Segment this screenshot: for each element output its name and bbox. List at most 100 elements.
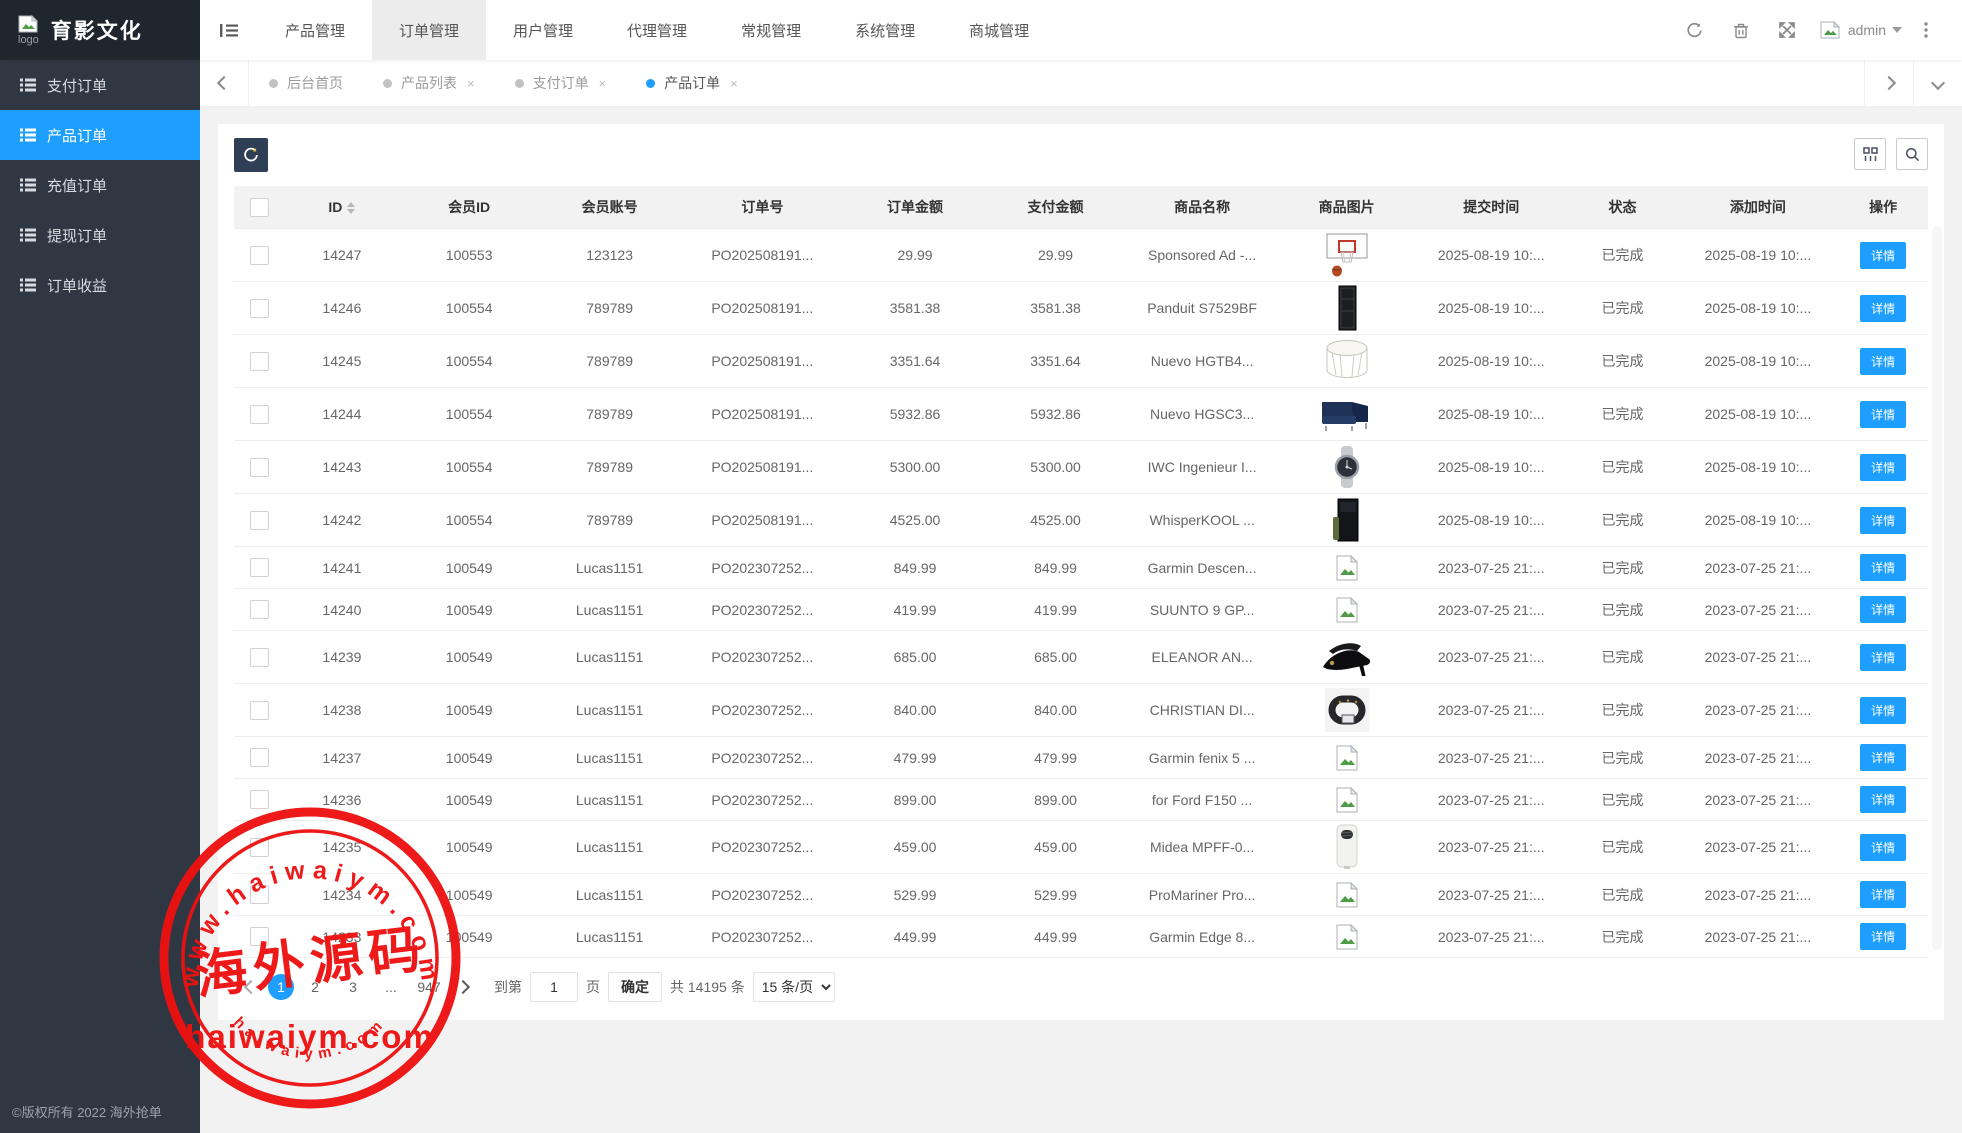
row-checkbox[interactable] bbox=[250, 838, 269, 857]
table-row: 14246100554789789PO202508191...3581.3835… bbox=[234, 282, 1928, 335]
fullscreen-icon[interactable] bbox=[1764, 22, 1810, 38]
trash-icon[interactable] bbox=[1718, 22, 1764, 39]
page-size-select[interactable]: 15 条/页 bbox=[753, 972, 835, 1002]
cell-action: 详情 bbox=[1838, 494, 1928, 547]
cell-checkbox bbox=[234, 547, 285, 589]
user-menu[interactable]: admin bbox=[1820, 21, 1902, 39]
goto-page-input[interactable] bbox=[530, 972, 578, 1002]
detail-button[interactable]: 详情 bbox=[1860, 744, 1906, 771]
cell-member-id: 100549 bbox=[399, 631, 539, 684]
detail-button[interactable]: 详情 bbox=[1860, 507, 1906, 534]
row-checkbox[interactable] bbox=[250, 600, 269, 619]
table-row: 14242100554789789PO202508191...4525.0045… bbox=[234, 494, 1928, 547]
row-checkbox[interactable] bbox=[250, 246, 269, 265]
row-checkbox[interactable] bbox=[250, 511, 269, 530]
tab-close-icon[interactable]: × bbox=[467, 76, 475, 91]
cell-status: 已完成 bbox=[1568, 229, 1678, 282]
cell-id: 14242 bbox=[285, 494, 399, 547]
row-checkbox[interactable] bbox=[250, 405, 269, 424]
columns-toggle-icon[interactable] bbox=[1854, 138, 1886, 170]
nav-item-5[interactable]: 常规管理 bbox=[714, 0, 828, 60]
card-tools bbox=[1854, 138, 1928, 170]
select-all-checkbox[interactable] bbox=[250, 198, 269, 217]
detail-button[interactable]: 详情 bbox=[1860, 242, 1906, 269]
nav-item-6[interactable]: 系统管理 bbox=[828, 0, 942, 60]
nav-item-4[interactable]: 代理管理 bbox=[600, 0, 714, 60]
sidebar-item-4[interactable]: 提现订单 bbox=[0, 210, 200, 260]
row-checkbox[interactable] bbox=[250, 701, 269, 720]
table-row: 14233100549Lucas1151PO202307252...449.99… bbox=[234, 916, 1928, 958]
tabs-menu-icon[interactable] bbox=[1913, 60, 1962, 106]
row-checkbox[interactable] bbox=[250, 790, 269, 809]
cell-pay-amount: 3351.64 bbox=[985, 335, 1125, 388]
detail-button[interactable]: 详情 bbox=[1860, 881, 1906, 908]
sidebar-item-3[interactable]: 充值订单 bbox=[0, 160, 200, 210]
table-row: 14235100549Lucas1151PO202307252...459.00… bbox=[234, 821, 1928, 874]
product-image-server-rack bbox=[1279, 283, 1413, 333]
row-checkbox[interactable] bbox=[250, 927, 269, 946]
product-image-air-conditioner bbox=[1279, 822, 1413, 872]
row-checkbox[interactable] bbox=[250, 458, 269, 477]
detail-button[interactable]: 详情 bbox=[1860, 554, 1906, 581]
cell-pay-amount: 4525.00 bbox=[985, 494, 1125, 547]
row-checkbox[interactable] bbox=[250, 558, 269, 577]
detail-button[interactable]: 详情 bbox=[1860, 697, 1906, 724]
page-number-947[interactable]: 947 bbox=[412, 974, 446, 1000]
sidebar-item-5[interactable]: 订单收益 bbox=[0, 260, 200, 310]
detail-button[interactable]: 详情 bbox=[1860, 786, 1906, 813]
menu-collapse-icon[interactable] bbox=[200, 0, 258, 60]
cell-id: 14247 bbox=[285, 229, 399, 282]
header-actions: admin bbox=[1672, 0, 1962, 60]
prev-page-icon[interactable] bbox=[238, 974, 264, 1000]
cell-checkbox bbox=[234, 388, 285, 441]
detail-button[interactable]: 详情 bbox=[1860, 348, 1906, 375]
tab-2[interactable]: 产品列表× bbox=[363, 60, 495, 106]
detail-button[interactable]: 详情 bbox=[1860, 401, 1906, 428]
detail-button[interactable]: 详情 bbox=[1860, 596, 1906, 623]
page-number-3[interactable]: 3 bbox=[336, 974, 370, 1000]
cell-action: 详情 bbox=[1838, 737, 1928, 779]
tabs-scroll-right-icon[interactable] bbox=[1864, 60, 1913, 106]
refresh-icon[interactable] bbox=[1672, 22, 1718, 39]
search-icon[interactable] bbox=[1896, 138, 1928, 170]
tab-3[interactable]: 支付订单× bbox=[495, 60, 627, 106]
nav-item-1[interactable]: 产品管理 bbox=[258, 0, 372, 60]
cell-checkbox bbox=[234, 684, 285, 737]
cell-order-no: PO202508191... bbox=[680, 441, 845, 494]
detail-button[interactable]: 详情 bbox=[1860, 454, 1906, 481]
more-vertical-icon[interactable] bbox=[1912, 22, 1940, 38]
nav-item-3[interactable]: 用户管理 bbox=[486, 0, 600, 60]
cell-product-name: Garmin fenix 5 ... bbox=[1126, 737, 1279, 779]
detail-button[interactable]: 详情 bbox=[1860, 923, 1906, 950]
detail-button[interactable]: 详情 bbox=[1860, 644, 1906, 671]
table-scrollbar[interactable] bbox=[1932, 226, 1942, 950]
cell-product-image bbox=[1278, 916, 1414, 958]
next-page-icon[interactable] bbox=[450, 974, 476, 1000]
broken-image-icon bbox=[1279, 738, 1413, 777]
tab-4[interactable]: 产品订单× bbox=[626, 60, 758, 106]
cell-product-name: Nuevo HGSC3... bbox=[1126, 388, 1279, 441]
top-nav: 产品管理订单管理用户管理代理管理常规管理系统管理商城管理 bbox=[200, 0, 1672, 60]
tab-close-icon[interactable]: × bbox=[599, 76, 607, 91]
row-checkbox[interactable] bbox=[250, 885, 269, 904]
page-number-2[interactable]: 2 bbox=[298, 974, 332, 1000]
nav-item-7[interactable]: 商城管理 bbox=[942, 0, 1056, 60]
table-refresh-button[interactable] bbox=[234, 138, 268, 172]
sidebar-item-1[interactable]: 支付订单 bbox=[0, 60, 200, 110]
row-checkbox[interactable] bbox=[250, 648, 269, 667]
nav-item-2[interactable]: 订单管理 bbox=[372, 0, 486, 60]
row-checkbox[interactable] bbox=[250, 299, 269, 318]
tabs-scroll-left-icon[interactable] bbox=[200, 60, 249, 106]
sidebar-item-2[interactable]: 产品订单 bbox=[0, 110, 200, 160]
row-checkbox[interactable] bbox=[250, 748, 269, 767]
row-checkbox[interactable] bbox=[250, 352, 269, 371]
confirm-button[interactable]: 确定 bbox=[608, 972, 662, 1002]
detail-button[interactable]: 详情 bbox=[1860, 834, 1906, 861]
cell-status: 已完成 bbox=[1568, 282, 1678, 335]
page-number-1[interactable]: 1 bbox=[268, 974, 294, 1000]
sort-icon[interactable] bbox=[347, 202, 355, 214]
detail-button[interactable]: 详情 bbox=[1860, 295, 1906, 322]
tab-1[interactable]: 后台首页 bbox=[249, 60, 363, 106]
tab-close-icon[interactable]: × bbox=[730, 76, 738, 91]
cell-product-name: Nuevo HGTB4... bbox=[1126, 335, 1279, 388]
